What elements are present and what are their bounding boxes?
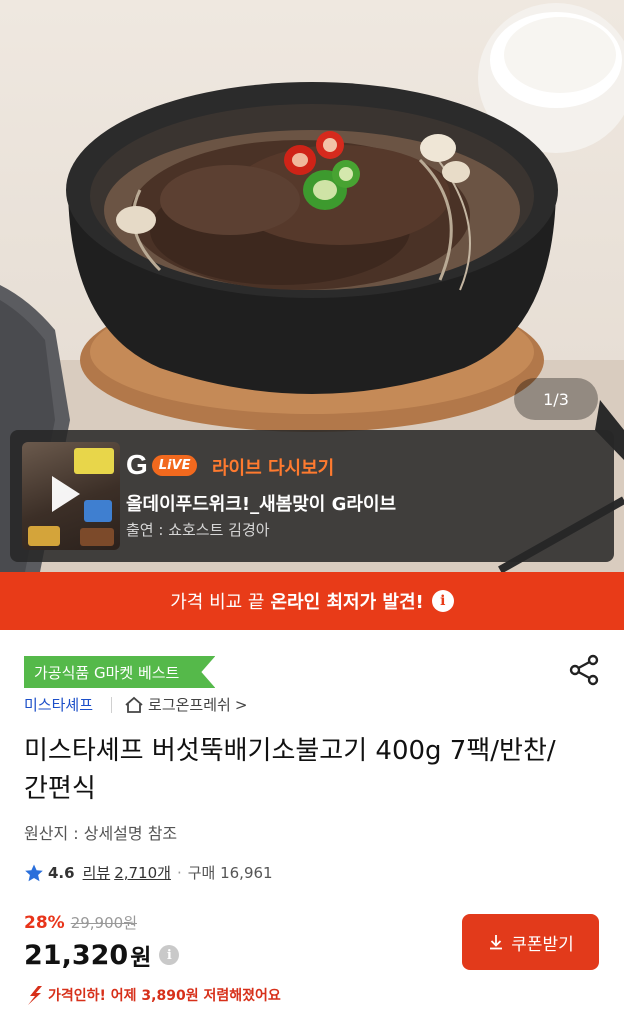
rating-row: 4.6 리뷰 2,710개 · 구매 16,961 <box>24 862 273 883</box>
product-title: 미스타셰프 버섯뚝배기소불고기 400g 7팩/반찬/간편식 <box>24 736 556 804</box>
download-icon <box>490 935 503 950</box>
price-drop-notice: 가격인하! 어제 3,890원 저렴해졌어요 <box>24 984 281 1006</box>
review-count-link[interactable]: 2,710개 <box>114 862 171 883</box>
home-icon <box>125 696 143 713</box>
g-logo-letter: G <box>126 449 148 480</box>
review-link-label[interactable]: 리뷰 <box>83 862 111 883</box>
sale-price-unit: 원 <box>130 945 152 971</box>
discount-rate: 28% <box>24 913 65 933</box>
chevron-right-icon: > <box>234 695 248 714</box>
lowest-price-promo-bar[interactable]: 가격 비교 끝 온라인 최저가 발견! i <box>0 572 624 630</box>
price-info-icon[interactable]: i <box>159 945 180 965</box>
live-pill: LiVE <box>151 454 198 476</box>
star-icon <box>25 864 43 881</box>
product-origin: 원산지 : 상세설명 참조 <box>24 824 178 843</box>
coupon-button-label: 쿠폰받기 <box>511 934 574 954</box>
image-page-indicator: 1/3 <box>514 378 598 420</box>
live-replay-title[interactable]: 라이브 다시보기 <box>212 454 334 480</box>
live-thumbnail[interactable] <box>22 442 120 550</box>
store-name: 로그온프레쉬 <box>148 696 231 714</box>
separator-dot: · <box>176 863 182 882</box>
price-drop-text: 가격인하! 어제 3,890원 저렴해졌어요 <box>48 988 281 1004</box>
brand-link[interactable]: 미스타셰프 <box>24 694 93 715</box>
g-live-logo: G LiVE <box>126 449 198 480</box>
brand-row: 미스타셰프 로그온프레쉬 > <box>24 694 247 715</box>
live-subtitle: 올데이푸드위크!_새봄맞이 G라이브 <box>126 494 397 515</box>
down-arrow-icon <box>28 986 42 1005</box>
discount-row: 28% 29,900원 <box>24 912 137 933</box>
rating-score: 4.6 <box>48 863 75 882</box>
purchase-count: 구매 16,961 <box>187 864 273 882</box>
info-icon[interactable]: i <box>431 590 454 612</box>
sale-price: 21,320 <box>24 939 129 971</box>
promo-text: 가격 비교 끝 <box>170 592 265 613</box>
promo-text-bold: 온라인 최저가 발견! <box>270 592 424 613</box>
divider <box>111 696 113 713</box>
play-icon[interactable] <box>52 476 80 512</box>
live-host: 출연 : 쇼호스트 김경아 <box>126 521 270 539</box>
original-price: 29,900원 <box>70 914 137 932</box>
share-icon[interactable] <box>566 652 602 688</box>
store-link[interactable]: 로그온프레쉬 > <box>124 694 247 715</box>
best-badge: 가공식품 G마켓 베스트 <box>24 656 215 688</box>
coupon-download-button[interactable]: 쿠폰받기 <box>462 914 599 970</box>
sale-price-row: 21,320 원 i <box>24 938 180 972</box>
